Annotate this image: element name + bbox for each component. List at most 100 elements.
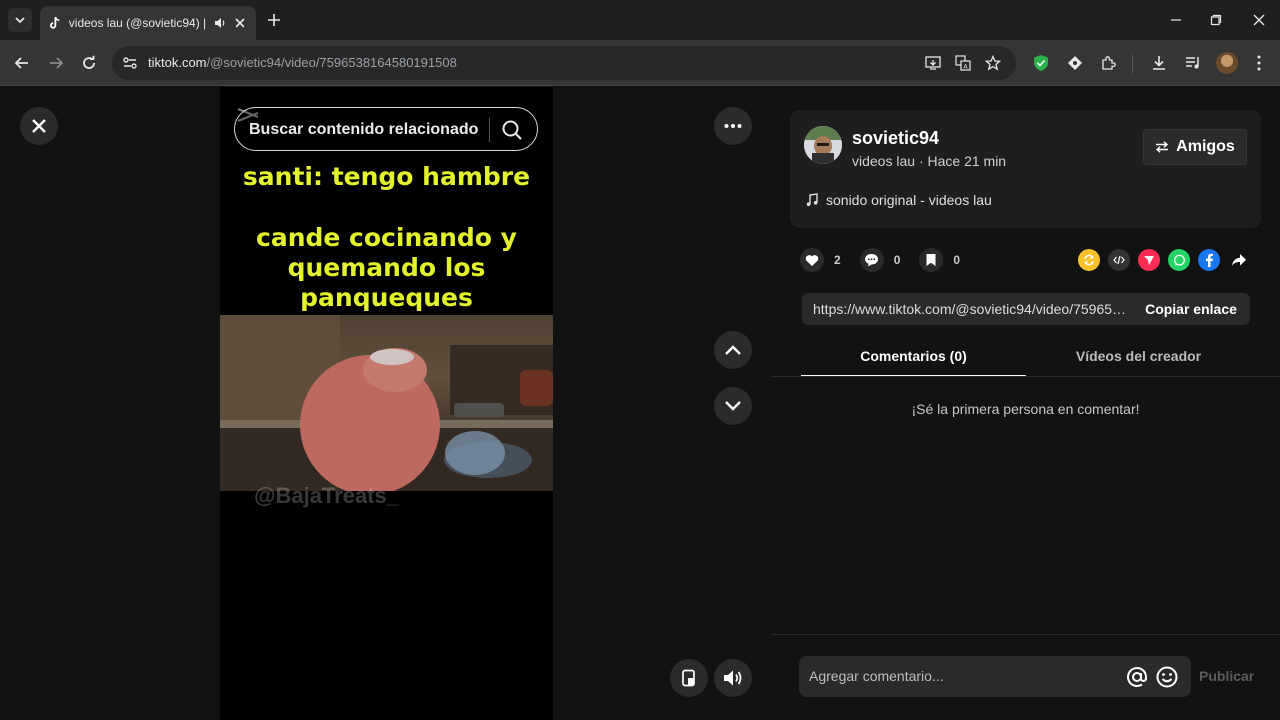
previous-video-button[interactable] [714, 331, 752, 369]
tiktok-video-page: Buscar contenido relacionado santi: teng… [0, 87, 1280, 720]
address-bar[interactable]: tiktok.com/@sovietic94/video/75965381645… [112, 46, 1016, 80]
video-caption-line-2: cande cocinando y quemando los panqueque… [256, 223, 517, 312]
tiktok-favicon-icon [49, 16, 60, 29]
chevron-down-icon [15, 17, 25, 24]
comment-button[interactable] [859, 248, 884, 272]
arrow-right-icon [50, 57, 64, 69]
author-avatar[interactable] [804, 126, 842, 164]
minimize-icon [1171, 19, 1181, 21]
facebook-share-button[interactable] [1198, 249, 1220, 271]
volume-button[interactable] [714, 659, 752, 697]
chevron-up-icon [725, 345, 741, 355]
heart-icon [805, 254, 819, 266]
arrow-left-icon [14, 57, 28, 69]
downloads-icon[interactable] [1148, 52, 1170, 74]
browser-tab-strip: videos lau (@sovietic94) | TikTok [0, 0, 1280, 40]
tab-title: videos lau (@sovietic94) | TikTok [68, 16, 209, 30]
chevron-down-icon [725, 401, 741, 411]
author-display-name: videos lau [852, 153, 916, 169]
author-subtitle: videos lau · Hace 21 min [852, 153, 1006, 169]
volume-icon [724, 670, 742, 686]
embed-button[interactable] [1108, 249, 1130, 271]
tab-comments[interactable]: Comentarios (0) [801, 337, 1026, 377]
emoji-icon[interactable] [1155, 665, 1179, 689]
comment-input-box[interactable]: Agregar comentario... [799, 656, 1191, 697]
comment-bubble-icon [865, 254, 879, 267]
no-comments-message: ¡Sé la primera persona en comentar! [911, 401, 1140, 417]
more-options-button[interactable] [714, 107, 752, 145]
save-button[interactable] [919, 248, 944, 272]
tabs-divider [771, 376, 1280, 377]
related-content-search[interactable]: Buscar contenido relacionado [234, 107, 538, 151]
repost-button[interactable] [1078, 249, 1100, 271]
new-tab-button[interactable] [264, 10, 284, 30]
shield-extension-icon[interactable] [1030, 52, 1052, 74]
more-icon [724, 124, 742, 128]
back-button[interactable] [10, 51, 34, 75]
copy-link-button[interactable]: Copiar enlace [1132, 293, 1250, 325]
site-settings-icon[interactable] [122, 55, 138, 71]
tab-audio-icon[interactable] [213, 15, 229, 31]
video-player[interactable]: Buscar contenido relacionado santi: teng… [220, 87, 553, 720]
url-path: /@sovietic94/video/7596538164580191508 [206, 55, 457, 70]
close-icon [32, 119, 46, 133]
reload-button[interactable] [77, 51, 101, 75]
chrome-menu-icon[interactable] [1248, 52, 1270, 74]
next-video-button[interactable] [714, 387, 752, 425]
browser-tab-active[interactable]: videos lau (@sovietic94) | TikTok [40, 6, 256, 40]
install-app-icon[interactable] [924, 54, 942, 72]
friends-label: Amigos [1176, 138, 1235, 155]
close-video-button[interactable] [20, 107, 58, 145]
comment-input[interactable]: Agregar comentario... [809, 668, 944, 684]
url-host: tiktok.com [148, 55, 207, 70]
comment-bar-divider [771, 634, 1280, 635]
video-watermark: @BajaTreats_ [254, 483, 399, 508]
search-divider [489, 118, 490, 142]
diamond-extension-icon[interactable] [1064, 52, 1086, 74]
close-window-button[interactable] [1246, 8, 1272, 32]
mention-icon[interactable] [1125, 665, 1149, 689]
repost-icon [1084, 254, 1094, 266]
publish-comment-button[interactable]: Publicar [1199, 668, 1254, 684]
swap-arrows-icon [1156, 141, 1169, 153]
search-icon[interactable] [501, 119, 523, 141]
post-time: Hace 21 min [927, 153, 1007, 169]
author-username[interactable]: sovietic94 [852, 128, 939, 149]
toolbar-divider [1132, 55, 1133, 73]
send-to-friends-button[interactable] [1138, 249, 1160, 271]
video-caption-line-1: santi: tengo hambre [242, 162, 531, 191]
tab-search-button[interactable] [8, 8, 32, 32]
tab-close-icon[interactable] [232, 15, 248, 31]
reload-icon [83, 55, 95, 69]
restore-button[interactable] [1203, 8, 1229, 32]
bookmark-icon [926, 254, 936, 266]
code-icon [1113, 255, 1125, 265]
bookmark-star-icon[interactable] [984, 54, 1002, 72]
restore-icon [1210, 14, 1222, 26]
profile-avatar[interactable] [1216, 52, 1238, 74]
minimize-button[interactable] [1163, 8, 1189, 32]
close-window-icon [1253, 14, 1265, 26]
media-control-icon[interactable] [1182, 52, 1204, 74]
music-title: sonido original - videos lau [826, 192, 992, 208]
author-card: sovietic94 videos lau · Hace 21 min Amig… [790, 110, 1261, 228]
music-note-icon [806, 193, 818, 206]
facebook-icon [1206, 253, 1213, 267]
more-share-button[interactable] [1228, 249, 1250, 271]
friends-button[interactable]: Amigos [1143, 129, 1247, 165]
extensions-puzzle-icon[interactable] [1098, 52, 1120, 74]
related-search-input[interactable]: Buscar contenido relacionado [249, 121, 478, 139]
comment-count: 0 [893, 253, 901, 267]
tab-creator-videos[interactable]: Vídeos del creador [1026, 337, 1251, 377]
floating-player-button[interactable] [670, 659, 708, 697]
plus-icon [268, 14, 280, 26]
translate-icon[interactable]: A [954, 54, 972, 72]
like-button[interactable] [800, 248, 824, 272]
video-link-text[interactable]: https://www.tiktok.com/@sovietic94/video… [813, 301, 1129, 317]
forward-button[interactable] [44, 51, 68, 75]
music-info[interactable]: sonido original - videos lau [806, 192, 992, 208]
whatsapp-share-button[interactable] [1168, 249, 1190, 271]
video-info-panel: sovietic94 videos lau · Hace 21 min Amig… [771, 87, 1280, 720]
subtitle-separator: · [918, 153, 924, 169]
share-arrow-icon [1232, 254, 1246, 266]
